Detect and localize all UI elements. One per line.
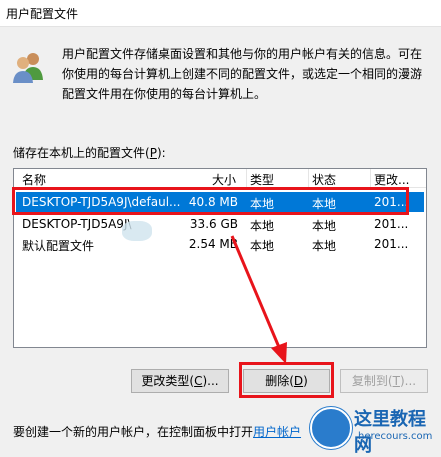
bottom-hint: 要创建一个新的用户帐户，在控制面板中打开用户帐户 (13, 425, 302, 439)
table-row[interactable]: 默认配置文件 2.54 MB 本地 本地 201... (16, 234, 424, 254)
column-header-status[interactable]: 状态 (312, 171, 336, 188)
watermark-circle-icon (310, 407, 352, 449)
change-type-button[interactable]: 更改类型(C)... (131, 369, 229, 393)
window-title: 用户配置文件 (6, 7, 79, 21)
column-header-type[interactable]: 类型 (250, 171, 274, 188)
profiles-list-label: 储存在本机上的配置文件(P): (13, 146, 166, 160)
watermark-logo: 这里教程网 herecours.com (306, 403, 441, 456)
highlight-box-delete (239, 362, 334, 398)
column-header-modified[interactable]: 更改... (374, 171, 409, 188)
description-text: 用户配置文件存储桌面设置和其他与你的用户帐户有关的信息。可在你使用的每台计算机上… (62, 47, 423, 101)
users-icon (13, 53, 43, 83)
column-header-name[interactable]: 名称 (22, 171, 46, 188)
table-row[interactable]: DESKTOP-TJD5A9J\ 33.6 GB 本地 本地 201... (16, 214, 424, 234)
user-accounts-link[interactable]: 用户帐户 (253, 425, 301, 439)
highlight-box-row (12, 187, 409, 215)
redaction-blob (122, 221, 152, 241)
list-header: 名称 大小 类型 状态 更改... (14, 169, 426, 188)
column-header-size[interactable]: 大小 (212, 171, 236, 188)
copy-to-button[interactable]: 复制到(T)... (340, 369, 428, 393)
title-bar: 用户配置文件 (0, 0, 441, 27)
